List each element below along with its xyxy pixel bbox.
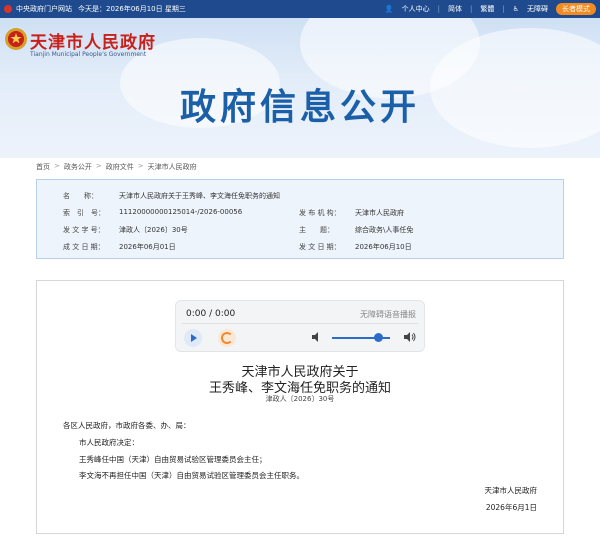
top-utility-bar: 中央政府门户网站 今天是：2026年06月10日 星期三 👤 个人中心 | 简体… (0, 0, 600, 18)
audio-player: 0:00 / 0:00 无障碍语音播报 (175, 300, 425, 352)
site-name[interactable]: 天津市人民政府 (30, 28, 156, 53)
banner-title: 政府信息公开 (179, 87, 420, 128)
site-name-en: Tianjin Municipal People's Government (30, 51, 147, 58)
meta-name-value: 天津市人民政府关于王秀峰、李文海任免职务的通知 (119, 192, 280, 200)
meta-published-label: 发 文 日 期： (299, 243, 341, 251)
document-paragraph: 王秀峰任中国（天津）自由贸易试验区管理委员会主任； (79, 455, 267, 464)
breadcrumb-separator-icon: > (95, 162, 102, 170)
meta-created-label: 成 文 日 期： (63, 243, 105, 251)
meta-created-value: 2026年06月01日 (119, 243, 176, 251)
meta-name-label: 名 称： (63, 192, 98, 200)
accessibility-icon: ♿ (512, 5, 519, 13)
accessibility-link[interactable]: 无障碍 (527, 4, 548, 14)
document-addressee: 各区人民政府，市政府各委、办、局： (63, 421, 191, 430)
central-portal-label[interactable]: 中央政府门户网站 (16, 4, 72, 14)
breadcrumb-home[interactable]: 首页 (36, 162, 50, 172)
document-number: 津政人〔2026〕30号 (265, 395, 335, 403)
meta-published-value: 2026年06月10日 (355, 243, 412, 251)
document-paragraph: 李文海不再担任中国（天津）自由贸易试验区管理委员会主任职务。 (79, 471, 304, 480)
volume-slider-handle[interactable] (373, 333, 383, 342)
breadcrumb-gov-documents[interactable]: 政府文件 (106, 162, 134, 172)
document-meta-box: 名 称： 天津市人民政府关于王秀峰、李文海任免职务的通知 索 引 号： 1112… (36, 179, 564, 259)
player-time: 0:00 / 0:00 (186, 309, 236, 319)
player-a11y-label: 无障碍语音播报 (360, 310, 416, 319)
traditional-link[interactable]: 繁體 (480, 4, 494, 14)
document-date: 2026年6月1日 (485, 503, 537, 512)
meta-index-value: 11120000000125014-/2026-00056 (119, 208, 243, 216)
play-button[interactable] (184, 329, 202, 347)
meta-topic-value: 综合政务\人事任免 (355, 226, 414, 234)
header-banner: 天津市人民政府 Tianjin Municipal People's Gover… (0, 18, 600, 158)
player-divider (182, 323, 418, 324)
document-paragraph: 市人民政府决定： (79, 438, 139, 447)
simplified-link[interactable]: 简体 (448, 4, 462, 14)
document-signature: 天津市人民政府 (484, 486, 538, 495)
replay-button[interactable] (218, 329, 236, 347)
today-date: 今天是：2026年06月10日 星期三 (78, 5, 186, 13)
national-emblem-icon (4, 5, 12, 13)
emblem-logo-icon[interactable] (4, 26, 28, 52)
breadcrumb-separator-icon: > (54, 162, 60, 170)
breadcrumb-gov-affairs[interactable]: 政务公开 (64, 162, 92, 172)
divider: | (502, 5, 505, 13)
divider: | (437, 5, 440, 13)
document-content-panel: 0:00 / 0:00 无障碍语音播报 天津市人民政府关于 王秀峰、李文海任免职… (36, 280, 564, 534)
breadcrumb-current[interactable]: 天津市人民政府 (148, 162, 197, 172)
meta-org-value: 天津市人民政府 (355, 209, 404, 217)
divider: | (470, 5, 473, 13)
speaker-mute-icon[interactable] (312, 332, 322, 342)
breadcrumb-separator-icon: > (137, 162, 144, 170)
meta-org-label: 发 布 机 构： (299, 209, 341, 217)
top-utility-links: 👤 个人中心 | 简体 | 繁體 | ♿ 无障碍 长者模式 (385, 3, 596, 15)
central-portal-link[interactable]: 中央政府门户网站 (4, 4, 72, 14)
meta-docno-value: 津政人〔2026〕30号 (119, 226, 188, 234)
breadcrumb: 首页 > 政务公开 > 政府文件 > 天津市人民政府 (36, 162, 197, 172)
meta-docno-label: 发 文 字 号： (63, 226, 105, 234)
meta-index-label: 索 引 号： (63, 209, 105, 217)
replay-icon (221, 332, 233, 344)
meta-topic-label: 主 题： (299, 226, 334, 234)
user-center-link[interactable]: 个人中心 (402, 4, 430, 14)
care-mode-button[interactable]: 长者模式 (556, 3, 596, 15)
user-icon: 👤 (384, 5, 394, 13)
speaker-volume-icon[interactable] (404, 331, 416, 343)
